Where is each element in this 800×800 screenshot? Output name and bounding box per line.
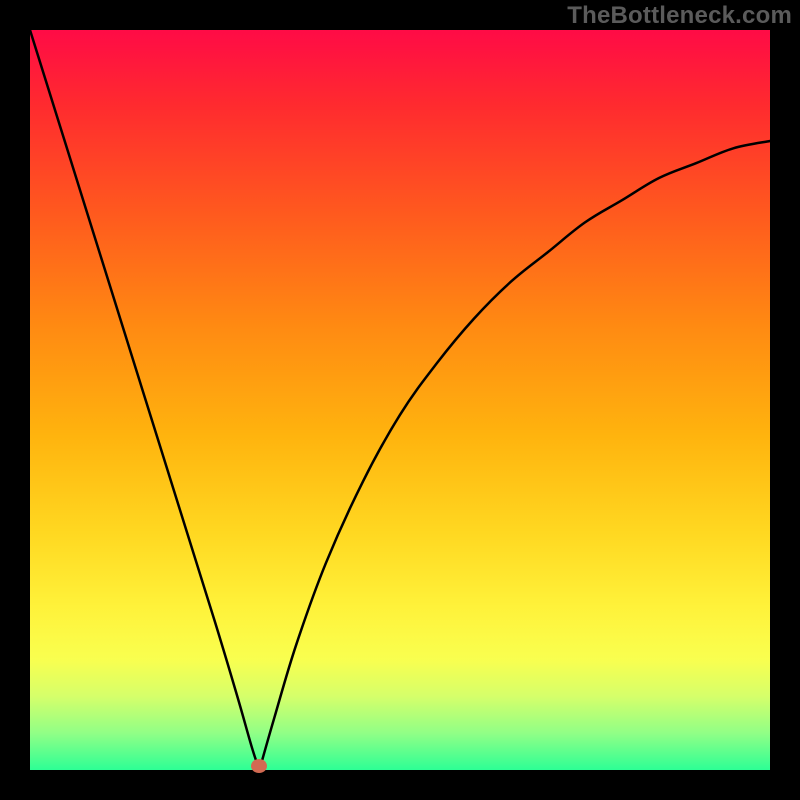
watermark-text: TheBottleneck.com [567,2,792,30]
chart-frame: TheBottleneck.com [0,0,800,800]
bottleneck-curve [30,30,770,770]
plot-area [30,30,770,770]
minimum-marker [251,759,267,773]
curve-right-branch [259,141,770,770]
curve-left-branch [30,30,259,770]
